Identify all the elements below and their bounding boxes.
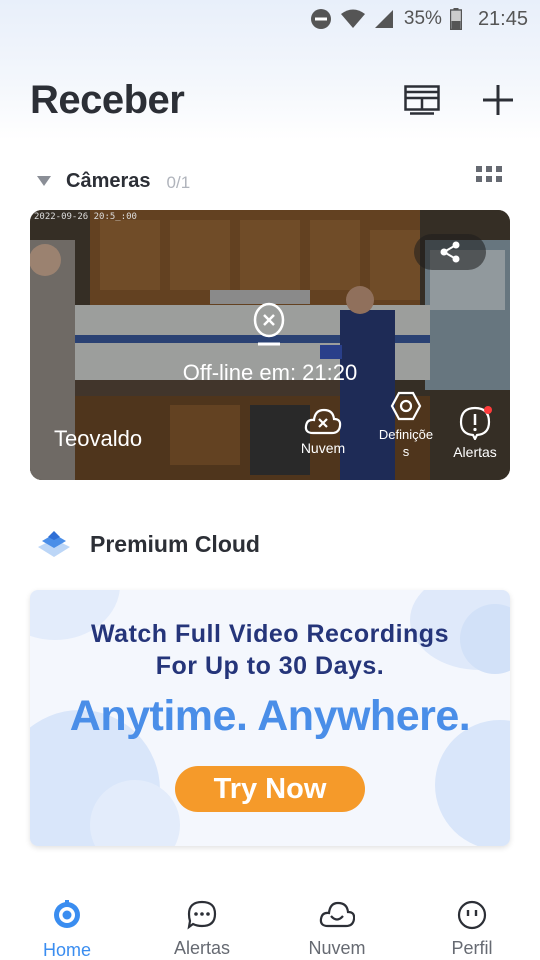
premium-promo-banner[interactable]: Watch Full Video Recordings For Up to 30… (30, 590, 510, 846)
offline-status-text: Off-line em: 21:20 (182, 360, 358, 385)
alert-icon-wrapper (458, 406, 492, 442)
chat-icon (187, 900, 217, 930)
camera-count: 0/1 (166, 173, 191, 192)
premium-cloud-icon (38, 531, 70, 557)
settings-action-label: Definiçõe s (378, 427, 434, 459)
home-icon (54, 900, 80, 928)
cameras-section-header[interactable]: Câmeras 0/1 (36, 166, 506, 196)
alerts-action-label: Alertas (453, 444, 497, 460)
alerts-action-button[interactable]: Alertas (448, 406, 502, 461)
clock: 21:45 (477, 7, 528, 30)
do-not-disturb-icon (310, 9, 331, 29)
battery-icon (449, 8, 462, 30)
promo-line-1: Watch Full Video Recordings (91, 620, 449, 648)
status-bar: 35% 21:45 (0, 0, 540, 38)
app-header: Receber (30, 74, 520, 126)
premium-cloud-title: Premium Cloud (90, 530, 260, 557)
share-icon (440, 241, 460, 263)
nav-item-alertas[interactable]: Alertas (142, 900, 262, 959)
plus-icon (483, 85, 513, 115)
nav-label-nuvem: Nuvem (308, 938, 366, 958)
signal-icon (374, 10, 393, 28)
cameras-section-title: Câmeras (66, 169, 151, 192)
premium-cloud-header: Premium Cloud (36, 526, 260, 562)
snapshot-timestamp: 2022-09-26 20:5_:00 (34, 212, 137, 222)
nav-label-perfil: Perfil (451, 938, 493, 958)
promo-line-2: For Up to 30 Days. (155, 652, 385, 680)
page-title: Receber (30, 77, 185, 122)
settings-hexagon-icon (390, 391, 422, 421)
collapse-triangle-icon[interactable] (36, 175, 52, 187)
nav-label-alertas: Alertas (173, 938, 231, 958)
device-name: Teovaldo (54, 426, 143, 451)
share-button[interactable] (414, 234, 486, 270)
nav-label-home: Home (42, 940, 91, 960)
multi-view-button[interactable] (402, 80, 442, 120)
profile-icon (457, 900, 487, 930)
try-now-button[interactable]: Try Now (175, 766, 365, 812)
promo-headline: Anytime. Anywhere. (69, 692, 471, 740)
wifi-icon (340, 9, 365, 28)
cloud-icon (319, 901, 355, 928)
camera-offline-icon (253, 302, 285, 346)
alert-badge-dot (484, 406, 492, 414)
bottom-navigation: Home Alertas Nuvem Perfil (0, 890, 540, 960)
cloud-action-button[interactable]: Nuvem (292, 406, 354, 457)
cloud-x-icon (304, 408, 342, 435)
settings-action-button[interactable]: Definiçõe s (370, 390, 442, 460)
battery-percent: 35% (403, 8, 442, 29)
dots-grid-icon (476, 166, 502, 182)
nav-item-nuvem[interactable]: Nuvem (277, 900, 397, 959)
camera-card[interactable]: 2022-09-26 20:5_:00 Off-line em: 21:20 T… (30, 210, 510, 480)
layout-grid-icon (404, 85, 440, 115)
cloud-action-label: Nuvem (300, 440, 346, 456)
nav-item-home[interactable]: Home (7, 900, 127, 960)
grid-view-button[interactable] (476, 166, 506, 190)
nav-item-perfil[interactable]: Perfil (412, 900, 532, 959)
add-device-button[interactable] (478, 80, 518, 120)
